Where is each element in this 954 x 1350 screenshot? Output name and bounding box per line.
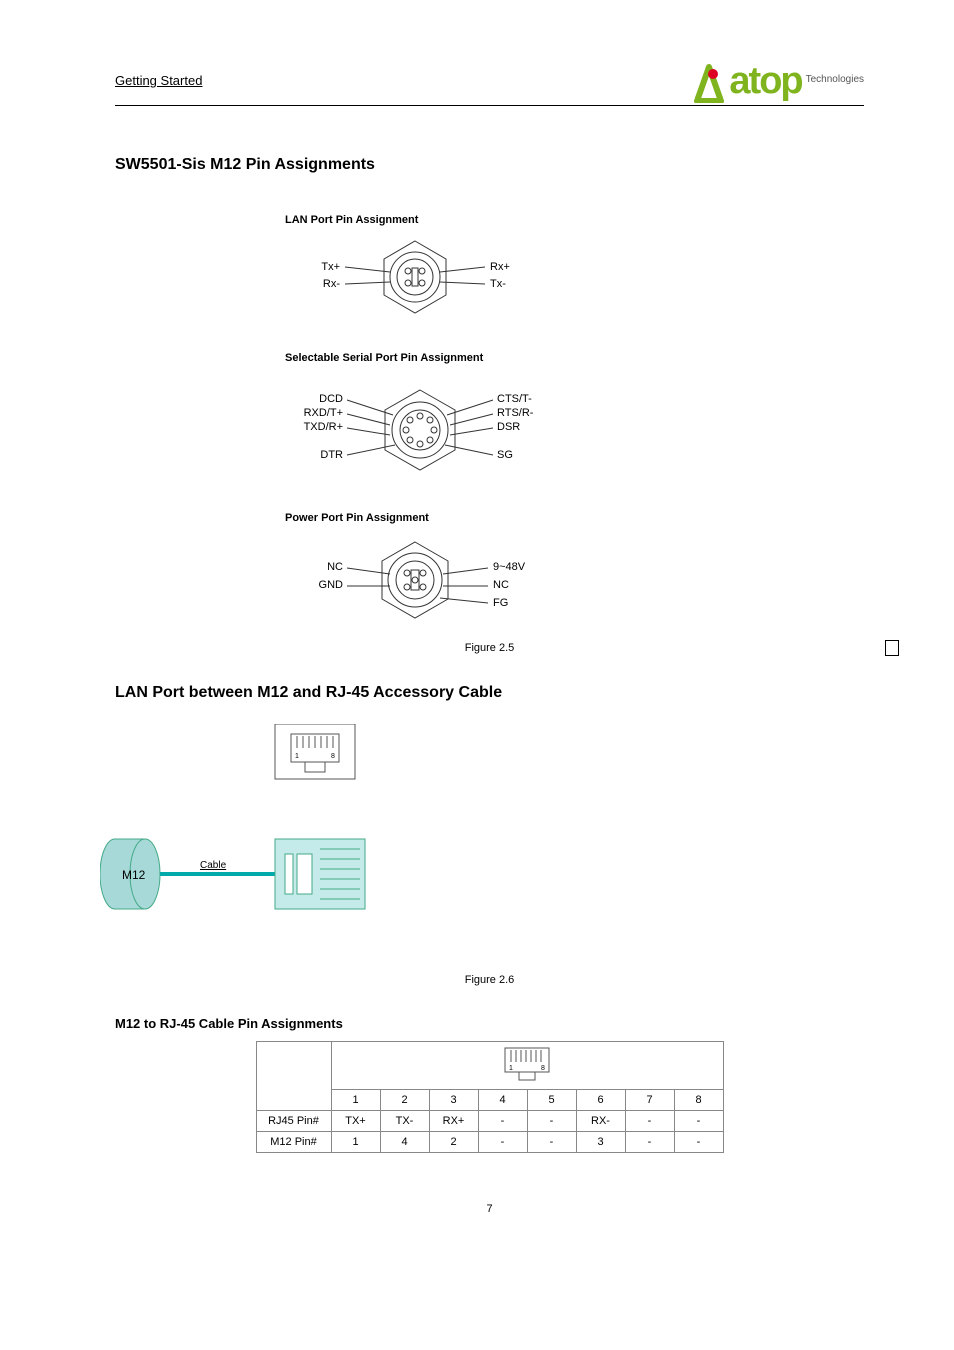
svg-text:RXD/T+: RXD/T+: [304, 407, 343, 419]
logo-text: atop: [729, 60, 801, 103]
cable-diagram: 1 8 M12 Cable: [100, 724, 380, 934]
power-pin-diagram: NC GND 9~48V NC FG: [285, 530, 555, 630]
page-header: Getting Started atop Technologies: [115, 60, 864, 106]
logo-subtext: Technologies: [806, 74, 864, 85]
svg-text:DTR: DTR: [320, 449, 343, 461]
svg-text:GND: GND: [319, 579, 344, 591]
svg-text:NC: NC: [327, 561, 343, 573]
page-number: 7: [115, 1203, 864, 1215]
svg-text:Rx+: Rx+: [490, 261, 510, 273]
figure-caption-1: Figure 2.5: [115, 642, 864, 654]
svg-text:Tx-: Tx-: [490, 278, 506, 290]
svg-text:1: 1: [509, 1065, 513, 1072]
table-heading: M12 to RJ-45 Cable Pin Assignments: [115, 1016, 864, 1031]
svg-text:TXD/R+: TXD/R+: [304, 421, 343, 433]
svg-text:RTS/R-: RTS/R-: [497, 407, 534, 419]
svg-text:FG: FG: [493, 597, 508, 609]
power-port-title: Power Port Pin Assignment: [285, 512, 864, 524]
svg-text:M12: M12: [122, 868, 146, 882]
svg-text:NC: NC: [493, 579, 509, 591]
lan-pin-diagram: Tx+ Rx- Rx+ Tx-: [285, 232, 545, 322]
doc-type-label: Getting Started: [115, 73, 202, 103]
svg-text:Cable: Cable: [200, 860, 227, 871]
serial-port-title: Selectable Serial Port Pin Assignment: [285, 352, 864, 364]
svg-text:Rx-: Rx-: [323, 278, 340, 290]
serial-pin-diagram: DCD RXD/T+ TXD/R+ DTR CTS/T- RTS/R- DSR …: [285, 370, 565, 490]
brand-logo: atop Technologies: [691, 60, 864, 103]
svg-text:8: 8: [541, 1065, 545, 1072]
svg-text:Tx+: Tx+: [321, 261, 340, 273]
pinout-table: 18 1234 5678 RJ45 Pin# TX+TX-RX+- -RX---…: [256, 1041, 724, 1153]
svg-text:1: 1: [295, 753, 299, 760]
svg-text:DCD: DCD: [319, 393, 343, 405]
svg-text:9~48V: 9~48V: [493, 561, 526, 573]
lan-port-title: LAN Port Pin Assignment: [285, 214, 864, 226]
svg-text:8: 8: [331, 753, 335, 760]
section-heading: SW5501-Sis M12 Pin Assignments: [115, 156, 864, 174]
section-heading-2: LAN Port between M12 and RJ-45 Accessory…: [115, 684, 864, 702]
side-box-glyph: [885, 640, 899, 656]
rj45-icon: 18: [497, 1044, 557, 1084]
svg-text:SG: SG: [497, 449, 513, 461]
svg-text:DSR: DSR: [497, 421, 520, 433]
figure-caption-2: Figure 2.6: [115, 974, 864, 986]
svg-text:CTS/T-: CTS/T-: [497, 393, 532, 405]
